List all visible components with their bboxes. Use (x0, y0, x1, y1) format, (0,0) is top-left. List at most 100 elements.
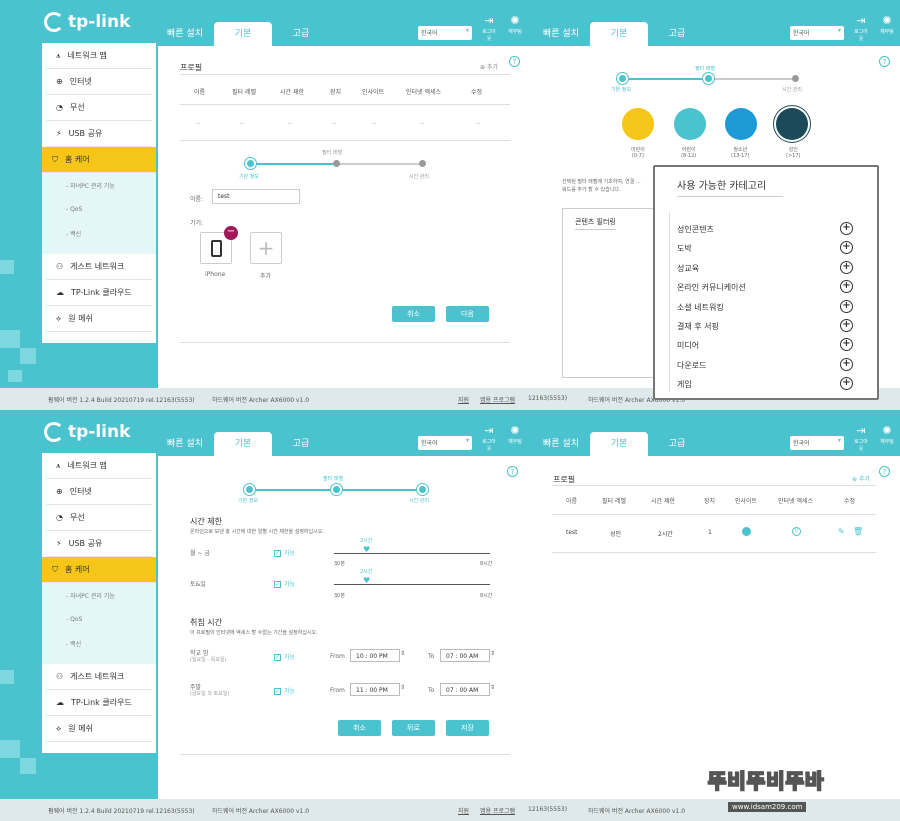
stepper-icon[interactable]: ⇕ (490, 684, 495, 691)
tab-basic[interactable]: 기본 (214, 432, 272, 456)
cancel-button[interactable]: 취소 (338, 720, 381, 736)
submenu-antivirus[interactable]: - 백신 (42, 631, 156, 656)
reboot-button[interactable]: ✺ 재부팅 (878, 424, 896, 445)
name-input[interactable]: test (212, 189, 300, 204)
stepper-icon[interactable]: ⇕ (490, 650, 495, 657)
support-link[interactable]: 지원 (458, 806, 469, 815)
tab-quick-setup[interactable]: 빠른 설치 (156, 22, 214, 46)
edit-icon[interactable]: ✎ (838, 527, 845, 536)
stepper-icon[interactable]: ⇕ (400, 684, 405, 691)
tab-advanced[interactable]: 고급 (272, 432, 330, 456)
weekend-bed-enable-checkbox[interactable]: ✓ 가능 (274, 686, 295, 695)
save-button[interactable]: 저장 (446, 720, 489, 736)
sidebar-item-mesh[interactable]: ⟡ 원 메쉬 (46, 306, 152, 332)
logout-button[interactable]: ⇥ 로그아웃 (480, 424, 498, 452)
age-adult-button-selected[interactable] (776, 108, 808, 140)
sidebar-item-network-map[interactable]: ⩚ 네트워크 맵 (46, 43, 152, 69)
weekend-to-time[interactable]: 07 : 00 AM (440, 683, 490, 696)
delete-icon[interactable]: 🗑 (853, 527, 863, 536)
tab-quick-setup[interactable]: 빠른 설치 (156, 432, 214, 456)
tab-basic[interactable]: 기본 (214, 22, 272, 46)
add-category-icon[interactable]: + (840, 319, 853, 332)
submenu-qos[interactable]: - QoS (42, 608, 156, 631)
pause-icon[interactable]: ll (792, 527, 801, 536)
language-select[interactable]: 한국어 (418, 26, 472, 40)
submenu-parental[interactable]: - 자녀PC 관리 기능 (42, 583, 156, 608)
add-category-icon[interactable]: + (840, 338, 853, 351)
add-profile-button[interactable]: ⊕ 추가 (852, 474, 870, 483)
reboot-button[interactable]: ✺ 재부팅 (506, 424, 524, 445)
app-link[interactable]: 앱용 프로그램 (480, 806, 515, 815)
sidebar-item-cloud[interactable]: ☁ TP-Link 클라우드 (46, 280, 152, 306)
back-button[interactable]: 뒤로 (392, 720, 435, 736)
tab-quick-setup[interactable]: 빠른 설치 (532, 432, 590, 456)
insight-icon[interactable] (742, 527, 751, 536)
add-device-button[interactable]: + (250, 232, 282, 264)
sidebar-item-usb[interactable]: ⚡ USB 공유 (46, 531, 152, 557)
sidebar-item-homecare[interactable]: ⛉ 홈 케어 (42, 557, 156, 583)
school-from-time[interactable]: 10 : 00 PM (350, 649, 400, 662)
reboot-button[interactable]: ✺ 재부팅 (878, 14, 896, 35)
add-category-icon[interactable]: + (840, 261, 853, 274)
language-select[interactable]: 한국어 (418, 436, 472, 450)
wizard-step-label: 필터 레벨 (695, 66, 715, 72)
weekend-slider-track[interactable] (334, 584, 490, 585)
sidebar-item-guest[interactable]: ⚇ 게스트 네트워크 (46, 254, 152, 280)
sidebar-item-internet[interactable]: ⊕ 인터넷 (46, 479, 152, 505)
sidebar-item-cloud[interactable]: ☁ TP-Link 클라우드 (46, 690, 152, 716)
sidebar-item-wireless[interactable]: ◔ 무선 (46, 95, 152, 121)
tab-advanced[interactable]: 고급 (648, 432, 706, 456)
weekend-enable-checkbox[interactable]: ✓ 가능 (274, 579, 295, 588)
help-icon[interactable]: ? (507, 466, 518, 477)
add-category-icon[interactable]: + (840, 222, 853, 235)
submenu-qos[interactable]: - QoS (42, 198, 156, 221)
logout-button[interactable]: ⇥ 로그아웃 (852, 424, 870, 452)
help-icon[interactable]: ? (879, 466, 890, 477)
sidebar-item-network-map[interactable]: ⩚ 네트워크 맵 (46, 453, 152, 479)
tab-advanced[interactable]: 고급 (272, 22, 330, 46)
sidebar: ⩚ 네트워크 맵 ⊕ 인터넷 ◔ 무선 ⚡ USB 공유 ⛉ 홈 케어 - 자녀PC 관리… (42, 453, 156, 753)
tab-basic[interactable]: 기본 (590, 432, 648, 456)
school-to-time[interactable]: 07 : 00 AM (440, 649, 490, 662)
submenu-parental[interactable]: - 자녀PC 관리 기능 (42, 173, 156, 198)
add-category-icon[interactable]: + (840, 358, 853, 371)
sidebar-item-label: TP-Link 클라우드 (71, 698, 132, 707)
sidebar-item-usb[interactable]: ⚡ USB 공유 (46, 121, 152, 147)
logout-button[interactable]: ⇥ 로그아웃 (852, 14, 870, 42)
sidebar-item-mesh[interactable]: ⟡ 원 메쉬 (46, 716, 152, 742)
age-teen-button[interactable] (725, 108, 757, 140)
add-category-icon[interactable]: + (840, 280, 853, 293)
cancel-button[interactable]: 취소 (392, 306, 435, 322)
support-link[interactable]: 지원 (458, 395, 469, 404)
weekend-from-time[interactable]: 11 : 00 PM (350, 683, 400, 696)
add-profile-button[interactable]: ⊕ 추가 (480, 62, 498, 71)
app-link[interactable]: 앱용 프로그램 (480, 395, 515, 404)
reboot-button[interactable]: ✺ 재부팅 (506, 14, 524, 35)
sidebar-item-guest[interactable]: ⚇ 게스트 네트워크 (46, 664, 152, 690)
add-category-icon[interactable]: + (840, 377, 853, 390)
school-enable-checkbox[interactable]: ✓ 가능 (274, 652, 295, 661)
add-category-icon[interactable]: + (840, 300, 853, 313)
device-card-iphone[interactable]: − (200, 226, 238, 264)
logout-button[interactable]: ⇥ 로그아웃 (480, 14, 498, 42)
add-category-icon[interactable]: + (840, 241, 853, 254)
age-child-button[interactable] (622, 108, 654, 140)
weekday-slider-track[interactable] (334, 553, 490, 554)
sidebar-item-internet[interactable]: ⊕ 인터넷 (46, 69, 152, 95)
help-icon[interactable]: ? (879, 56, 890, 67)
language-select[interactable]: 한국어 (790, 26, 844, 40)
sidebar-item-wireless[interactable]: ◔ 무선 (46, 505, 152, 531)
weekday-enable-checkbox[interactable]: ✓ 가능 (274, 548, 295, 557)
tab-quick-setup[interactable]: 빠른 설치 (532, 22, 590, 46)
language-select[interactable]: 한국어 (790, 436, 844, 450)
age-preteen-button[interactable] (674, 108, 706, 140)
submenu-antivirus[interactable]: - 백신 (42, 221, 156, 246)
tab-basic[interactable]: 기본 (590, 22, 648, 46)
next-button[interactable]: 다음 (446, 306, 489, 322)
stepper-icon[interactable]: ⇕ (400, 650, 405, 657)
tab-advanced[interactable]: 고급 (648, 22, 706, 46)
remove-device-icon[interactable]: − (224, 226, 238, 240)
popup-title: 사용 가능한 카테고리 (677, 177, 783, 197)
sidebar-item-homecare[interactable]: ⛉ 홈 케어 (42, 147, 156, 173)
help-icon[interactable]: ? (509, 56, 520, 67)
